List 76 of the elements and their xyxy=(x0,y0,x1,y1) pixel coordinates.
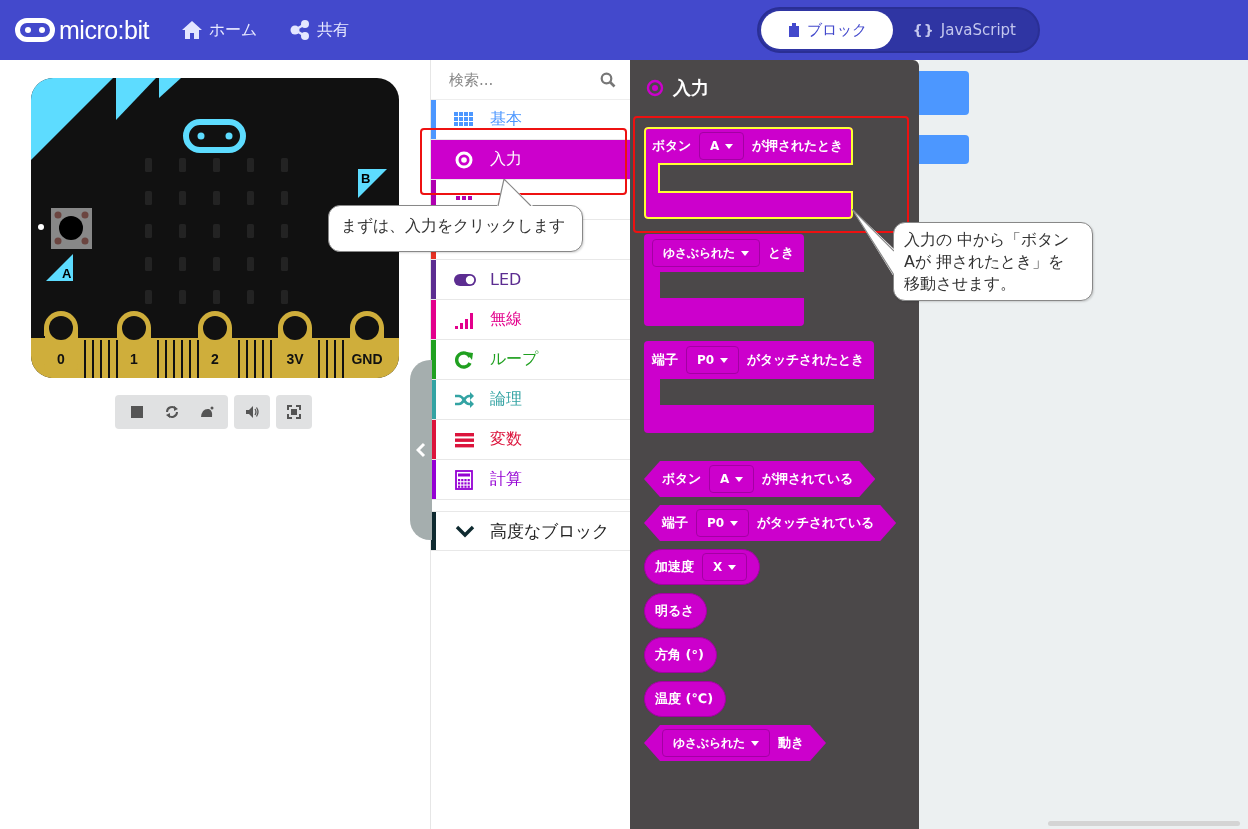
editor-tab[interactable]: {} JavaScript xyxy=(892,11,1036,49)
boolean-block[interactable]: ボタン A が押されている xyxy=(644,461,876,497)
boolean-block[interactable]: 端子 P0 がタッチされている xyxy=(644,505,897,541)
shuffle-icon xyxy=(454,389,476,410)
event-block[interactable]: ボタン A が押されたとき xyxy=(644,127,854,219)
block-label: がタッチされたとき xyxy=(747,351,865,369)
block-label: 加速度 xyxy=(655,558,694,576)
block-label: ボタン xyxy=(662,470,701,488)
caret-icon xyxy=(720,357,729,363)
block-label: ボタン xyxy=(652,137,691,155)
caret-icon xyxy=(728,564,737,570)
boolean-block[interactable]: ゆさぶられた 動き xyxy=(644,725,826,761)
pin-label: 2 xyxy=(211,351,219,367)
braces-icon: {} xyxy=(912,22,935,38)
chevron-icon xyxy=(416,442,426,458)
scrollbar[interactable] xyxy=(1048,821,1240,826)
home-link[interactable]: ホーム xyxy=(180,19,257,41)
caret-icon xyxy=(741,250,749,256)
block-label: 明るさ xyxy=(655,602,694,620)
block-label: 動き xyxy=(778,734,804,752)
share-icon xyxy=(288,19,311,41)
block-dropdown[interactable]: ゆさぶられた xyxy=(652,239,760,267)
logo-icon[interactable] xyxy=(15,18,55,42)
block-label: 方角 (°) xyxy=(655,646,704,664)
pin-label: GND xyxy=(351,351,383,367)
logo-text[interactable]: micro:bit xyxy=(59,15,149,45)
block-label: 端子 xyxy=(652,351,678,369)
block-dropdown[interactable]: ゆさぶられた xyxy=(662,729,770,757)
block-label: が押されている xyxy=(762,470,854,488)
search-icon xyxy=(600,71,616,88)
calculator-icon xyxy=(454,469,476,490)
event-block[interactable]: 端子 P0 がタッチされたとき xyxy=(644,341,875,433)
target-icon xyxy=(646,79,664,97)
block-label: 端子 xyxy=(662,514,688,532)
block-label: とき xyxy=(768,244,794,262)
button-label: B xyxy=(361,171,371,186)
reporter-block[interactable]: 明るさ xyxy=(644,593,707,629)
tooltip-pointer xyxy=(852,209,894,275)
tooltip-pointer xyxy=(497,179,533,206)
fullscreen-button[interactable] xyxy=(276,395,312,429)
block-dropdown[interactable]: P0 xyxy=(686,346,740,374)
speaker-icon xyxy=(245,405,259,419)
block-dropdown[interactable]: P0 xyxy=(696,509,750,537)
block-label: がタッチされている xyxy=(757,514,875,532)
caret-icon xyxy=(730,520,739,526)
collapse-handle[interactable] xyxy=(410,360,432,540)
caret-icon xyxy=(725,143,734,149)
block-label: 温度 (℃) xyxy=(655,690,714,708)
home-icon xyxy=(180,19,203,41)
search-field[interactable]: 検索... xyxy=(447,69,600,90)
block-dropdown[interactable]: A xyxy=(709,465,755,493)
pin-label: 3V xyxy=(286,351,304,367)
caret-icon xyxy=(751,740,759,746)
caret-icon xyxy=(735,476,744,482)
reporter-block[interactable]: 加速度 X xyxy=(644,549,761,585)
dots-icon xyxy=(454,196,474,200)
category-item[interactable]: LED xyxy=(431,260,630,300)
block-dropdown[interactable]: X xyxy=(702,553,748,581)
reporter-block[interactable]: 温度 (℃) xyxy=(644,681,727,717)
fullscreen-icon xyxy=(287,405,301,419)
mute-button[interactable] xyxy=(234,395,270,429)
event-block[interactable]: ゆさぶられた とき xyxy=(644,234,804,326)
refresh-icon xyxy=(454,349,476,370)
button-label: A xyxy=(62,266,72,281)
flyout-title: 入力 xyxy=(673,76,709,100)
category-item[interactable]: 入力 xyxy=(431,140,630,180)
restart-icon xyxy=(164,405,179,419)
category-item[interactable]: 無線 xyxy=(431,300,630,340)
editor-tab[interactable]: ブロック xyxy=(760,11,893,49)
pin-label: 0 xyxy=(57,351,65,367)
share-link[interactable]: 共有 xyxy=(288,19,349,41)
reporter-block[interactable]: 方角 (°) xyxy=(644,637,717,673)
block-dropdown[interactable]: A xyxy=(699,132,745,160)
stop-icon xyxy=(129,405,144,419)
block-label: が押されたとき xyxy=(752,137,844,155)
pin-label: 1 xyxy=(130,351,138,367)
